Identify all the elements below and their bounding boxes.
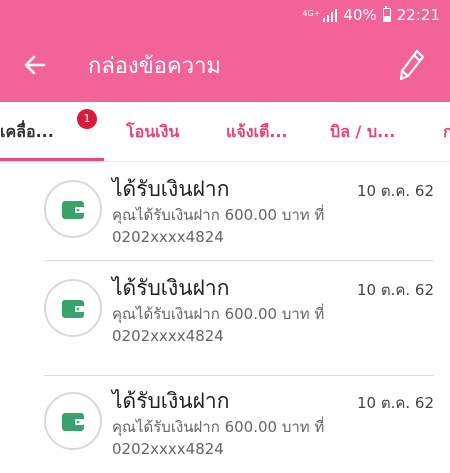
battery-percent: 40% (343, 6, 377, 24)
battery-icon (382, 6, 391, 22)
app-bar: กล่องข้อความ (0, 30, 450, 102)
tab-label: แจ้งเตื... (226, 122, 288, 141)
message-date: 10 ต.ค. 62 (356, 281, 434, 299)
message-body: คุณได้รับเงินฝาก 600.00 บาท ที่ 0202xxxx… (112, 303, 352, 347)
account-number: 0202xxxx4824 (112, 228, 224, 246)
network-type: 4G+ (302, 9, 321, 18)
message-body: คุณได้รับเงินฝาก 600.00 บาท ที่ 0202xxxx… (112, 204, 352, 248)
account-number: 0202xxxx4824 (112, 440, 224, 458)
message-title: ได้รับเงินฝาก (112, 177, 230, 201)
wallet-icon (62, 413, 84, 431)
status-bar: 4G+ 40% 22:21 (0, 0, 450, 30)
list-item[interactable]: ได้รับเงินฝาก 10 ต.ค. 62 คุณได้รับเงินฝา… (0, 162, 450, 261)
account-number: 0202xxxx4824 (112, 327, 224, 345)
clock: 22:21 (396, 6, 440, 24)
list-item[interactable]: ได้รับเงินฝาก 10 ต.ค. 62 คุณได้รับเงินฝา… (0, 261, 450, 360)
tab-label: ก (443, 122, 450, 141)
page-title: กล่องข้อความ (88, 54, 221, 79)
arrow-left-icon (24, 55, 46, 75)
tab-label: บิล / บ... (330, 122, 396, 141)
tab-notifications[interactable]: แจ้งเตื... (226, 102, 288, 161)
message-text: คุณได้รับเงินฝาก 600.00 บาท ที่ (112, 305, 325, 323)
tab-transfer[interactable]: โอนเงิน (126, 102, 180, 161)
message-title: ได้รับเงินฝาก (112, 389, 230, 413)
message-text: คุณได้รับเงินฝาก 600.00 บาท ที่ (112, 206, 325, 224)
message-text: คุณได้รับเงินฝาก 600.00 บาท ที่ (112, 418, 325, 436)
notification-badge: 1 (77, 109, 97, 129)
wallet-icon (62, 201, 84, 219)
message-icon-circle (44, 279, 102, 337)
list-item[interactable]: ได้รับเงินฝาก 10 ต.ค. 62 คุณได้รับเงินฝา… (0, 374, 450, 473)
message-title: ได้รับเงินฝาก (112, 276, 230, 300)
edit-button[interactable] (398, 48, 426, 82)
tab-bar: เคลื่อ... 1 โอนเงิน แจ้งเตื... บิล / บ..… (0, 102, 450, 162)
message-body: คุณได้รับเงินฝาก 600.00 บาท ที่ 0202xxxx… (112, 416, 352, 460)
message-date: 10 ต.ค. 62 (356, 182, 434, 200)
message-icon-circle (44, 180, 102, 238)
message-icon-circle (44, 392, 102, 450)
back-button[interactable] (22, 52, 48, 78)
tab-bills[interactable]: บิล / บ... (330, 102, 396, 161)
tab-more[interactable]: ก (443, 102, 450, 161)
tab-movements[interactable]: เคลื่อ... (0, 102, 54, 161)
tab-label: โอนเงิน (126, 122, 180, 141)
message-date: 10 ต.ค. 62 (356, 394, 434, 412)
tab-label: เคลื่อ... (0, 122, 54, 141)
wallet-icon (62, 300, 84, 318)
status-icons: 4G+ 40% 22:21 (302, 5, 440, 25)
signal-icon (323, 8, 338, 22)
pencil-icon (399, 49, 425, 81)
